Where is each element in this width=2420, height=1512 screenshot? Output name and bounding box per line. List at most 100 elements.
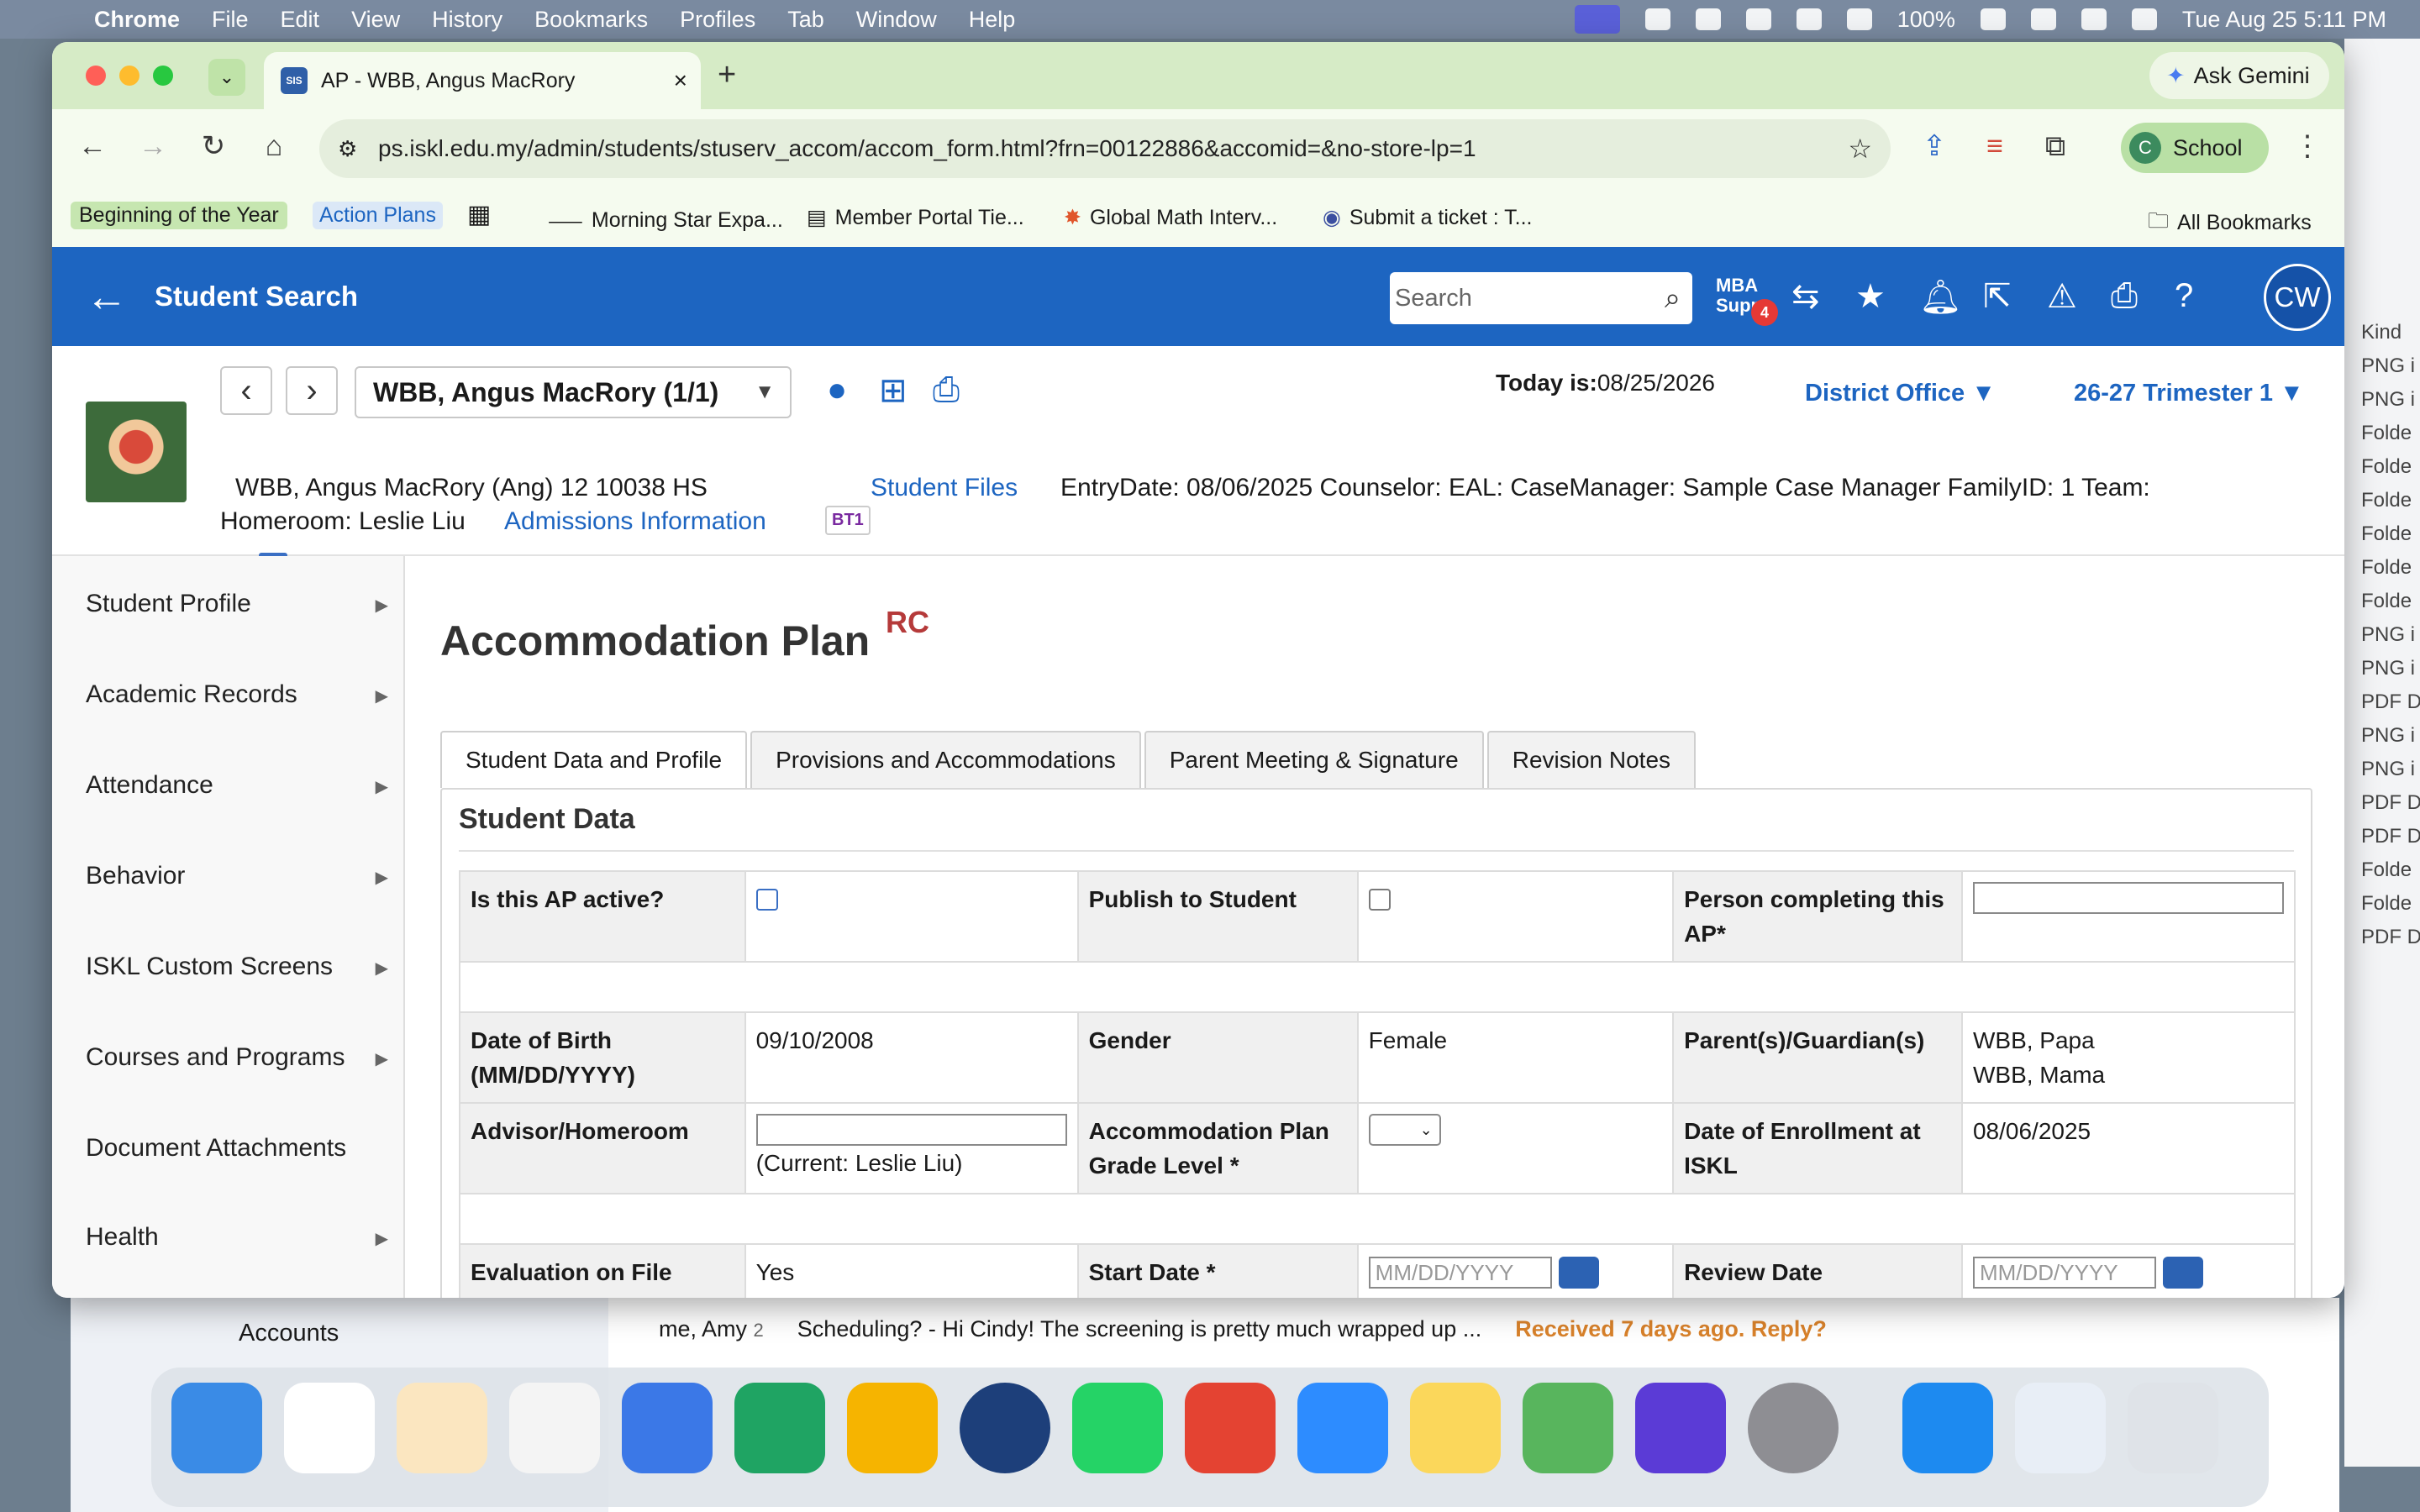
menu-tab[interactable]: Tab [787, 7, 824, 33]
nav-document-attachments[interactable]: Document Attachments [86, 1134, 388, 1163]
favorites-star-icon[interactable]: ★ [1855, 277, 1886, 316]
menu-file[interactable]: File [212, 7, 249, 33]
photos-app-icon[interactable] [397, 1383, 487, 1473]
apps-grid-icon[interactable]: ▦ [467, 200, 491, 229]
battery-icon[interactable] [1980, 8, 2006, 30]
google-sheets-app-icon[interactable] [734, 1383, 825, 1473]
menu-app-name[interactable]: Chrome [94, 7, 180, 33]
grammarly-app-icon[interactable] [1635, 1383, 1726, 1473]
mba-support-icon[interactable]: MBA Supp 4 [1716, 276, 1778, 326]
publish-checkbox[interactable] [1368, 889, 1391, 911]
notes-app-icon[interactable] [1410, 1383, 1501, 1473]
alert-warning-icon[interactable]: ⚠ [2047, 277, 2077, 316]
student-files-link[interactable]: Student Files [871, 474, 1018, 502]
menu-window[interactable]: Window [856, 7, 937, 33]
nav-courses-and-programs[interactable]: Courses and Programs ▶ [86, 1043, 388, 1072]
bookmark-morning-star[interactable]: ⸺ Morning Star Expa... [548, 205, 783, 235]
pdf-document-icon[interactable] [2015, 1383, 2106, 1473]
admissions-information-link[interactable]: Admissions Information [504, 507, 766, 536]
bookmark-beginning-of-year[interactable]: Beginning of the Year [71, 202, 287, 229]
chrome-app-icon[interactable] [284, 1383, 375, 1473]
calendar-icon[interactable] [1558, 1257, 1599, 1289]
finder-app-icon[interactable] [171, 1383, 262, 1473]
bookmark-member-portal[interactable]: ▤ Member Portal Tie... [807, 205, 1024, 230]
profile-button[interactable]: C School [2121, 123, 2269, 173]
forward-icon[interactable]: → [136, 129, 170, 163]
maximize-window-icon[interactable] [153, 66, 173, 86]
todoist-app-icon[interactable] [1185, 1383, 1276, 1473]
school-selector[interactable]: District Office ▼ [1805, 380, 1996, 407]
bluetooth-icon[interactable] [1846, 8, 1872, 30]
previous-student-button[interactable]: ‹ [220, 366, 272, 415]
zoom-status-icon[interactable] [1745, 8, 1771, 30]
help-icon[interactable]: ? [2175, 277, 2193, 315]
google-slides-app-icon[interactable] [847, 1383, 938, 1473]
whatsapp-app-icon[interactable] [1072, 1383, 1163, 1473]
term-selector[interactable]: 26-27 Trimester 1 ▼ [2074, 380, 2304, 407]
nav-iskl-custom-screens[interactable]: ISKL Custom Screens ▶ [86, 953, 388, 981]
browser-tab-active[interactable]: SIS AP - WBB, Angus MacRory × [264, 52, 701, 109]
address-bar[interactable]: ⚙ ps.iskl.edu.my/admin/students/stuserv_… [319, 119, 1891, 178]
bookmark-global-math[interactable]: ✸ Global Math Interv... [1064, 205, 1277, 230]
location-pin-icon[interactable]: ● [827, 371, 847, 409]
keynote-app-icon[interactable] [509, 1383, 600, 1473]
close-window-icon[interactable] [86, 66, 106, 86]
open-external-icon[interactable]: ⇱ [1983, 277, 2012, 316]
menu-edit[interactable]: Edit [281, 7, 320, 33]
chrome-menu-icon[interactable]: ⋮ [2291, 129, 2324, 163]
tab-parent-meeting-signature[interactable]: Parent Meeting & Signature [1144, 731, 1484, 788]
menu-profiles[interactable]: Profiles [680, 7, 755, 33]
mail-label-accounts[interactable]: Accounts [239, 1320, 339, 1347]
person-completing-input[interactable] [1972, 882, 2284, 914]
app-store-icon[interactable] [1902, 1383, 1993, 1473]
student-search-link[interactable]: Student Search [155, 281, 358, 312]
menu-bookmarks[interactable]: Bookmarks [534, 7, 648, 33]
new-tab-icon[interactable]: + [718, 57, 736, 93]
menubar-clock[interactable]: Tue Aug 25 5:11 PM [2182, 7, 2386, 33]
wifi-icon[interactable] [2030, 8, 2056, 30]
zoom-app-icon[interactable] [1297, 1383, 1388, 1473]
bookmark-submit-ticket[interactable]: ◉ Submit a ticket : T... [1323, 205, 1533, 230]
print-icon[interactable]: ⎙ [2111, 277, 2138, 315]
menu-view[interactable]: View [351, 7, 400, 33]
reload-icon[interactable]: ↻ [197, 129, 230, 163]
grammarly-icon[interactable] [1695, 8, 1721, 30]
bt-badge[interactable]: BT1 [825, 506, 871, 535]
screen-share-icon[interactable] [1574, 5, 1620, 34]
status-icon[interactable] [1644, 8, 1670, 30]
control-center-icon[interactable] [2131, 8, 2157, 30]
tab-provisions-and-accommodations[interactable]: Provisions and Accommodations [750, 731, 1141, 788]
advisor-input[interactable] [755, 1114, 1067, 1146]
start-date-input[interactable]: MM/DD/YYYY [1368, 1257, 1552, 1289]
minimize-window-icon[interactable] [119, 66, 139, 86]
maps-app-icon[interactable] [1523, 1383, 1613, 1473]
grade-level-select[interactable]: ⌄ [1368, 1114, 1441, 1146]
search-icon[interactable]: ⌕ [1665, 282, 1681, 315]
nav-attendance[interactable]: Attendance ▶ [86, 771, 388, 800]
switch-icon[interactable]: ⇆ [1791, 277, 1820, 316]
header-search-input[interactable]: Search ⌕ [1390, 272, 1692, 324]
trash-icon[interactable] [2128, 1383, 2218, 1473]
system-settings-app-icon[interactable] [1748, 1383, 1839, 1473]
tab-revision-notes[interactable]: Revision Notes [1486, 731, 1697, 788]
menu-history[interactable]: History [432, 7, 502, 33]
user-avatar[interactable]: CW [2264, 264, 2331, 331]
back-arrow-icon[interactable]: ← [86, 272, 128, 321]
spotlight-icon[interactable] [2081, 8, 2107, 30]
home-icon[interactable]: ⌂ [257, 129, 291, 163]
extensions-puzzle-icon[interactable]: ⧉ [2039, 129, 2072, 163]
bookmark-star-icon[interactable]: ☆ [1848, 133, 1872, 165]
notifications-bell-icon[interactable]: 🔔︎ [1919, 277, 1962, 317]
nav-academic-records[interactable]: Academic Records ▶ [86, 680, 388, 709]
tab-search-icon[interactable]: ⌄ [208, 59, 245, 96]
extension-upload-icon[interactable]: ⇪ [1918, 129, 1951, 163]
review-date-input[interactable]: MM/DD/YYYY [1972, 1257, 2156, 1289]
ask-gemini-button[interactable]: ✦ Ask Gemini [2149, 52, 2329, 99]
nav-student-profile[interactable]: Student Profile ▶ [86, 590, 388, 618]
back-icon[interactable]: ← [76, 129, 109, 163]
menu-help[interactable]: Help [969, 7, 1016, 33]
all-bookmarks-folder[interactable]: 🗀 All Bookmarks [2148, 205, 2312, 241]
ap-active-checkbox[interactable] [755, 889, 778, 911]
nav-health[interactable]: Health ▶ [86, 1223, 388, 1252]
extension-todoist-icon[interactable]: ≡ [1978, 129, 2012, 163]
